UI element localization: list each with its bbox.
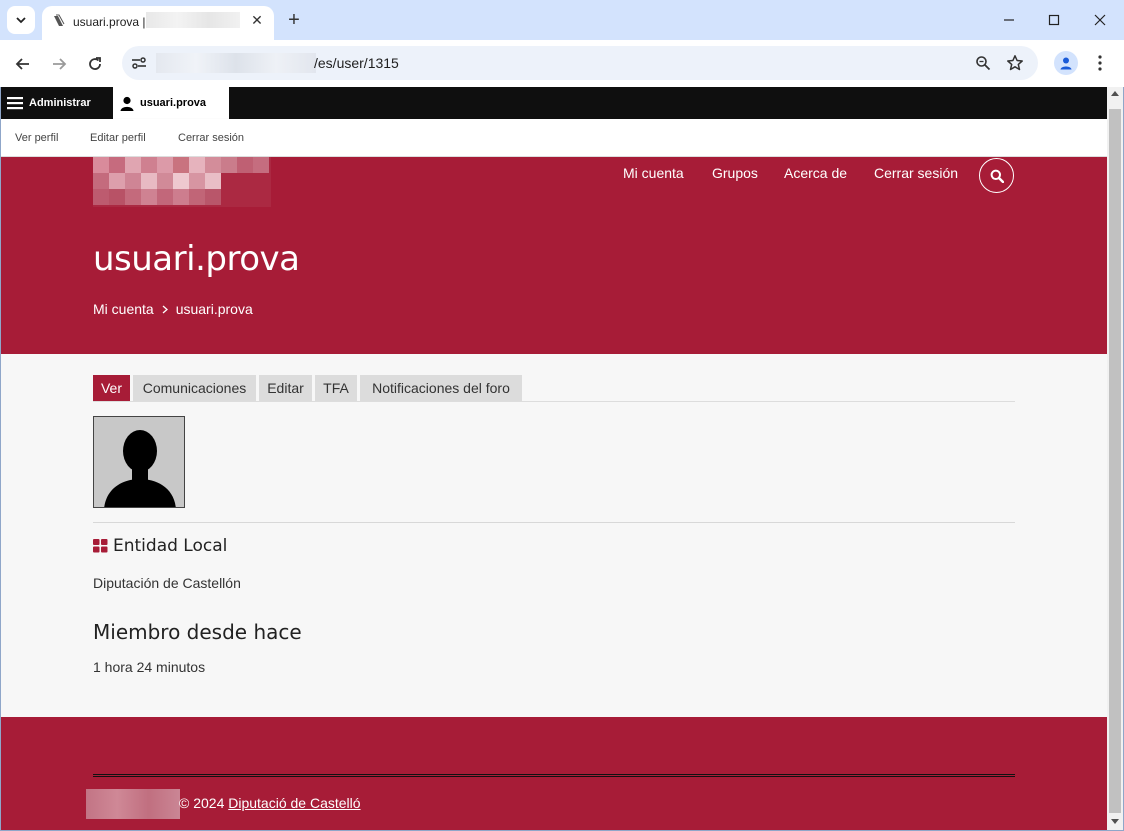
tab-strip: usuari.prova | ✕ + xyxy=(0,0,1124,40)
address-bar[interactable]: /es/user/1315 xyxy=(122,46,1038,80)
tab-edit[interactable]: Editar xyxy=(259,375,312,401)
admin-toolbar: Administrar usuari.prova xyxy=(1,87,1107,119)
zoom-icon[interactable] xyxy=(973,53,993,73)
nav-my-account[interactable]: Mi cuenta xyxy=(623,165,684,181)
tab-search-button[interactable] xyxy=(7,6,35,34)
admin-manage-label: Administrar xyxy=(29,97,91,109)
nav-logout[interactable]: Cerrar sesión xyxy=(874,165,958,181)
tab-tfa[interactable]: TFA xyxy=(315,375,357,401)
url-path: /es/user/1315 xyxy=(314,55,399,71)
site-favicon-icon xyxy=(54,14,65,26)
admin-user-label: usuari.prova xyxy=(140,97,207,109)
admin-user-tab[interactable]: usuari.prova xyxy=(113,87,229,119)
page-title: usuari.prova xyxy=(93,239,300,279)
scroll-up-arrow-icon[interactable] xyxy=(1111,91,1119,96)
user-icon xyxy=(120,96,134,111)
admin-user-tray: Ver perfil Editar perfil Cerrar sesión xyxy=(1,119,1107,157)
member-since-label: Miembro desde hace xyxy=(93,620,302,644)
browser-toolbar: /es/user/1315 xyxy=(0,40,1124,87)
nav-about[interactable]: Acerca de xyxy=(784,165,847,181)
member-since-value: 1 hora 24 minutos xyxy=(93,659,206,675)
tab-forum-notifications[interactable]: Notificaciones del foro xyxy=(360,375,522,401)
search-button[interactable] xyxy=(979,158,1014,193)
redacted-domain xyxy=(156,53,316,73)
page-scrollbar[interactable] xyxy=(1107,87,1123,830)
search-icon xyxy=(990,169,1004,183)
nav-groups[interactable]: Grupos xyxy=(712,165,758,181)
forward-icon[interactable] xyxy=(45,50,73,78)
tab-view[interactable]: Ver xyxy=(93,375,130,401)
page-footer: © 2024 Diputació de Castelló xyxy=(1,717,1107,830)
site-logo-redacted[interactable] xyxy=(93,157,271,207)
tray-logout-link[interactable]: Cerrar sesión xyxy=(178,132,244,144)
back-icon[interactable] xyxy=(9,50,37,78)
tab-close-icon[interactable]: ✕ xyxy=(248,11,266,29)
maximize-icon[interactable] xyxy=(1042,8,1066,32)
new-tab-button[interactable]: + xyxy=(282,8,306,32)
site-settings-icon[interactable] xyxy=(130,54,148,72)
breadcrumb-current: usuari.prova xyxy=(175,301,253,317)
hamburger-icon xyxy=(7,97,23,110)
user-avatar xyxy=(93,416,185,508)
admin-manage-button[interactable]: Administrar xyxy=(7,87,91,119)
grid-icon xyxy=(93,539,108,553)
breadcrumb-my-account-link[interactable]: Mi cuenta xyxy=(93,301,154,317)
footer-logo-redacted xyxy=(86,789,180,819)
close-window-icon[interactable] xyxy=(1088,8,1112,32)
redacted-tab-title xyxy=(146,12,240,28)
minimize-icon[interactable] xyxy=(997,8,1021,32)
profile-tabs: Ver Comunicaciones Editar TFA Notificaci… xyxy=(93,375,1015,402)
profile-avatar-icon[interactable] xyxy=(1054,51,1078,75)
scroll-down-arrow-icon[interactable] xyxy=(1111,819,1119,824)
breadcrumb: Mi cuenta usuari.prova xyxy=(93,301,253,317)
scrollbar-thumb[interactable] xyxy=(1109,109,1121,813)
entity-field-label: Entidad Local xyxy=(93,536,227,556)
page-viewport: Administrar usuari.prova Ver perfil Edit… xyxy=(1,87,1107,830)
entity-value: Diputación de Castellón xyxy=(93,575,241,591)
chevron-right-icon xyxy=(162,305,168,313)
chevron-down-icon xyxy=(16,16,26,23)
section-divider xyxy=(93,522,1015,523)
copyright-text: © 2024 xyxy=(179,795,225,811)
browser-tab[interactable]: usuari.prova | ✕ xyxy=(42,6,274,40)
tab-title: usuari.prova | xyxy=(73,15,146,29)
footer-divider xyxy=(93,774,1015,777)
browser-menu-icon[interactable] xyxy=(1090,51,1110,75)
footer-diputacio-link[interactable]: Diputació de Castelló xyxy=(228,795,360,811)
reload-icon[interactable] xyxy=(81,50,109,78)
tray-edit-profile-link[interactable]: Editar perfil xyxy=(90,132,146,144)
bookmark-star-icon[interactable] xyxy=(1005,53,1025,73)
tray-view-profile-link[interactable]: Ver perfil xyxy=(15,132,58,144)
user-silhouette-icon xyxy=(104,430,176,507)
entity-label-text: Entidad Local xyxy=(113,536,228,556)
tab-communications[interactable]: Comunicaciones xyxy=(133,375,256,401)
page-header: Mi cuenta Grupos Acerca de Cerrar sesión… xyxy=(1,157,1107,354)
footer-copyright: © 2024 Diputació de Castelló xyxy=(179,795,361,811)
